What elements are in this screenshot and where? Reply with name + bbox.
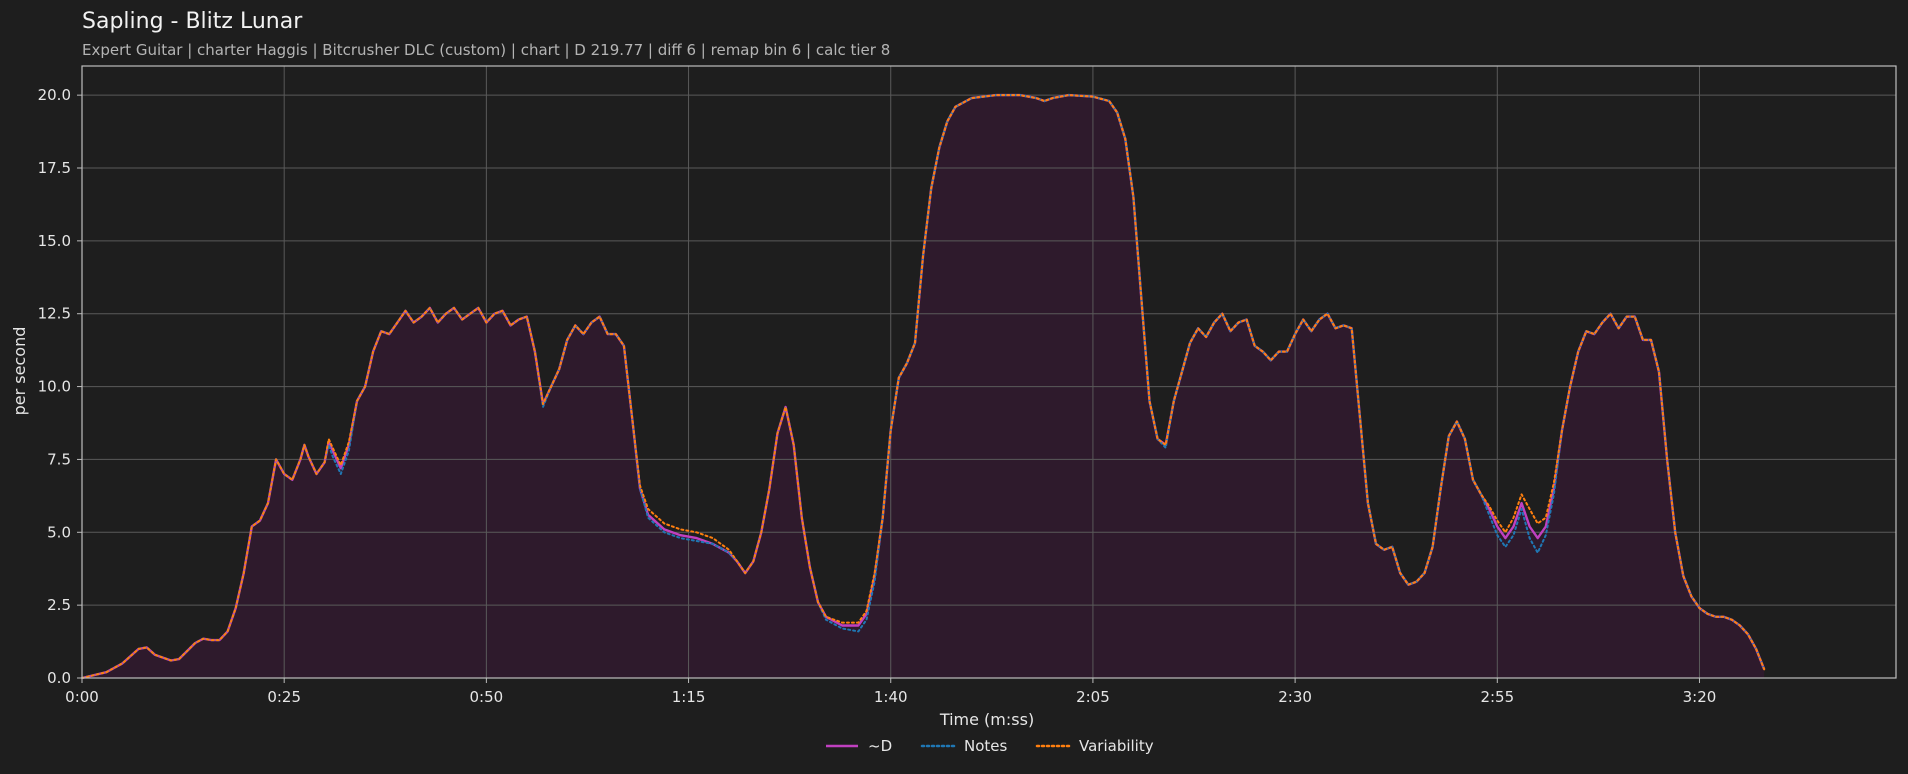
legend: ~D Notes Variability xyxy=(826,737,1154,755)
x-axis-label: Time (m:ss) xyxy=(939,710,1034,729)
x-tick-label: 2:55 xyxy=(1480,688,1514,706)
y-tick-label: 10.0 xyxy=(38,378,71,396)
x-tick-label: 0:25 xyxy=(267,688,301,706)
x-tick-label: 1:40 xyxy=(874,688,908,706)
chart-title: Sapling - Blitz Lunar xyxy=(82,9,303,34)
y-tick-label: 7.5 xyxy=(47,450,71,468)
y-tick-label: 15.0 xyxy=(38,232,71,250)
x-tick-label: 3:20 xyxy=(1683,688,1717,706)
chart-subtitle: Expert Guitar | charter Haggis | Bitcrus… xyxy=(82,41,890,59)
y-tick-label: 5.0 xyxy=(47,523,71,541)
x-tick-label: 0:50 xyxy=(470,688,504,706)
y-tick-label: 12.5 xyxy=(38,305,71,323)
x-tick-label: 0:00 xyxy=(65,688,99,706)
chart: Sapling - Blitz Lunar Expert Guitar | ch… xyxy=(10,9,1897,755)
y-axis-label: per second xyxy=(10,327,29,416)
legend-label: Notes xyxy=(964,737,1008,755)
legend-label: Variability xyxy=(1079,737,1154,755)
x-tick-label: 2:05 xyxy=(1076,688,1110,706)
y-tick-label: 20.0 xyxy=(38,86,71,104)
y-tick-label: 17.5 xyxy=(38,159,71,177)
y-tick-label: 2.5 xyxy=(47,596,71,614)
x-tick-label: 2:30 xyxy=(1278,688,1312,706)
legend-label: ~D xyxy=(868,737,892,755)
x-tick-label: 1:15 xyxy=(672,688,706,706)
y-tick-label: 0.0 xyxy=(47,669,71,687)
